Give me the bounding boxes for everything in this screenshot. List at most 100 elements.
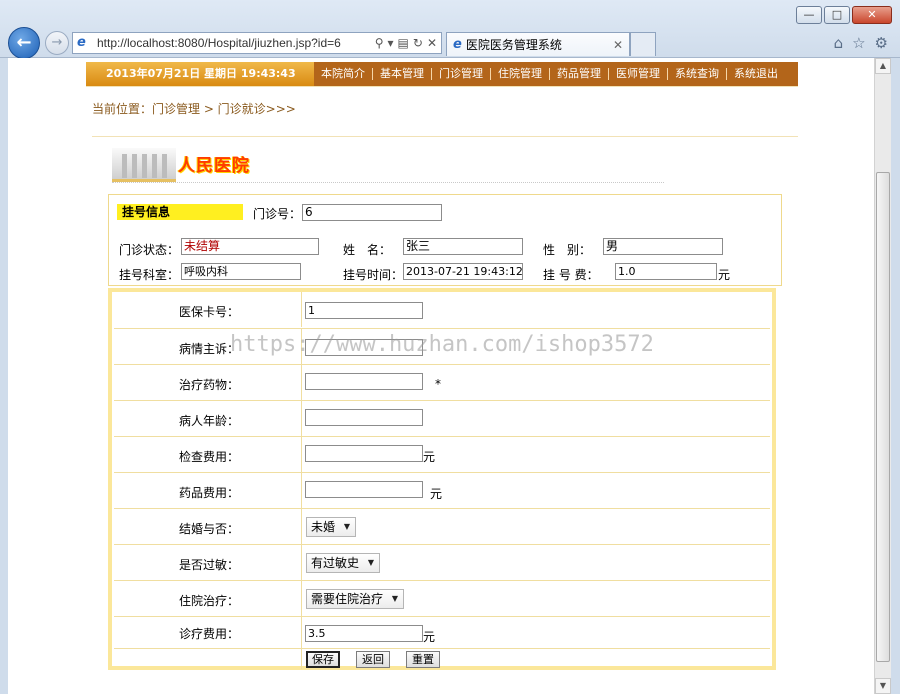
search-icon[interactable]: ⚲ [375,36,384,50]
form-row-exam-fee: 检查费用： 元 [114,436,770,472]
age-input[interactable] [305,409,423,426]
chevron-down-icon: ▼ [391,594,399,603]
favorites-star-icon[interactable]: ☆ [852,34,865,52]
menu-item-doctors[interactable]: 医师管理 [609,68,668,80]
diag-fee-label: 诊疗费用： [179,627,240,641]
datetime-display: 2013年07月21日 星期日 19:43:43 [86,62,314,86]
hospital-logo: 人民医院 [112,148,262,182]
form-row-age: 病人年龄： [114,400,770,436]
refresh-icon[interactable]: ↻ [413,36,423,50]
dept-field[interactable]: 呼吸内科 [181,263,301,280]
form-row-diag-fee: 诊疗费用： 3.5 元 [114,616,770,648]
form-buttons-row: 保存 返回 重置 [114,648,770,669]
diag-fee-unit: 元 [423,630,436,644]
fee-unit: 元 [718,268,731,282]
scroll-down-arrow-icon[interactable]: ▼ [875,678,891,694]
drugs-label: 治疗药物： [179,378,240,392]
fee-label: 挂 号 费： [543,268,599,282]
reg-time-field[interactable]: 2013-07-21 19:43:12 [403,263,523,280]
gender-field[interactable]: 男 [603,238,723,255]
close-window-button[interactable]: ✕ [852,6,892,24]
divider [86,86,798,87]
form-row-drug-fee: 药品费用： 元 [114,472,770,508]
tab-close-icon[interactable]: ✕ [613,38,623,52]
drug-fee-label: 药品费用： [179,486,240,500]
form-row-insurance: 医保卡号： 1 [114,292,770,328]
ie-icon: e [77,35,86,50]
drugs-input[interactable] [305,373,423,390]
menu-item-query[interactable]: 系统查询 [668,68,727,80]
compat-icon[interactable]: ▤ [398,36,409,50]
scroll-up-arrow-icon[interactable]: ▲ [875,58,891,74]
fee-field[interactable]: 1.0 [615,263,717,280]
menu-item-inpatient[interactable]: 住院管理 [491,68,550,80]
dotted-divider [112,182,664,183]
watermark-text: https://www.huzhan.com/ishop3572 [230,332,654,357]
exam-fee-input[interactable] [305,445,423,462]
page-content: 2013年07月21日 星期日 19:43:43 本院简介 基本管理 门诊管理 … [8,58,874,694]
menu-item-drugs[interactable]: 药品管理 [550,68,609,80]
maximize-button[interactable]: □ [824,6,850,24]
save-button[interactable]: 保存 [306,651,340,668]
reg-time-label: 挂号时间： [343,268,404,282]
dropdown-icon[interactable]: ▾ [388,36,394,50]
required-mark: * [435,377,441,391]
clinic-no-label: 门诊号： [253,207,302,221]
clinic-no-field[interactable]: 6 [302,204,442,221]
back-button-form[interactable]: 返回 [356,651,390,668]
name-field[interactable]: 张三 [403,238,523,255]
top-nav-bar: 2013年07月21日 星期日 19:43:43 本院简介 基本管理 门诊管理 … [86,62,798,86]
minimize-button[interactable]: — [796,6,822,24]
diag-fee-input[interactable]: 3.5 [305,625,423,642]
registration-info-panel: 挂号信息 门诊号： 6 门诊状态： 未结算 姓 名： 张三 性 别： 男 挂号科… [108,194,782,286]
browser-right-icons: ⌂ ☆ ⚙ [834,34,888,52]
address-bar[interactable]: e http://localhost:8080/Hospital/jiuzhen… [72,32,442,54]
main-menu: 本院简介 基本管理 门诊管理 住院管理 药品管理 医师管理 系统查询 系统退出 [314,62,798,86]
drug-fee-unit: 元 [430,487,443,501]
status-field[interactable]: 未结算 [181,238,319,255]
menu-item-intro[interactable]: 本院简介 [314,68,373,80]
tab-title: 医院医务管理系统 [465,38,562,52]
exam-fee-label: 检查费用： [179,450,240,464]
form-row-hospitalize: 住院治疗： 需要住院治疗 ▼ [114,580,770,616]
hospitalize-label: 住院治疗： [179,594,240,608]
insurance-label: 医保卡号： [179,305,240,319]
breadcrumb: 当前位置：门诊管理 > 门诊就诊>>> [92,102,296,116]
window-frame-right [891,58,900,694]
forward-button[interactable]: → [45,31,69,55]
vertical-scrollbar[interactable]: ▲ ▼ [874,58,891,694]
hospitalize-select[interactable]: 需要住院治疗 ▼ [306,589,405,609]
section-title: 挂号信息 [117,204,243,220]
gender-label: 性 别： [543,243,592,257]
married-select[interactable]: 未婚 ▼ [306,517,357,537]
menu-item-basic[interactable]: 基本管理 [373,68,432,80]
name-label: 姓 名： [343,243,392,257]
chevron-down-icon: ▼ [367,558,375,567]
chevron-down-icon: ▼ [343,522,351,531]
menu-item-logout[interactable]: 系统退出 [727,68,785,80]
menu-item-outpatient[interactable]: 门诊管理 [432,68,491,80]
stop-icon[interactable]: ✕ [427,36,437,50]
married-label: 结婚与否： [179,522,240,536]
drug-fee-input[interactable] [305,481,423,498]
allergy-label: 是否过敏： [179,558,240,572]
url-text[interactable]: http://localhost:8080/Hospital/jiuzhen.j… [97,36,341,50]
allergy-value: 有过敏史 [311,556,360,570]
settings-gear-icon[interactable]: ⚙ [875,34,888,52]
hospitalize-value: 需要住院治疗 [311,592,384,606]
form-row-married: 结婚与否： 未婚 ▼ [114,508,770,544]
browser-chrome: — □ ✕ ← → e http://localhost:8080/Hospit… [0,0,900,59]
allergy-select[interactable]: 有过敏史 ▼ [306,553,381,573]
married-value: 未婚 [311,520,336,534]
form-row-allergy: 是否过敏： 有过敏史 ▼ [114,544,770,580]
home-icon[interactable]: ⌂ [834,34,844,52]
dept-label: 挂号科室： [119,268,180,282]
scroll-thumb[interactable] [876,172,890,662]
browser-tab[interactable]: e 医院医务管理系统 ✕ [446,32,630,56]
reset-button[interactable]: 重置 [406,651,440,668]
new-tab-button[interactable] [630,32,656,56]
building-icon [112,148,176,182]
exam-fee-unit: 元 [423,450,436,464]
insurance-input[interactable]: 1 [305,302,423,319]
back-button[interactable]: ← [8,27,40,59]
